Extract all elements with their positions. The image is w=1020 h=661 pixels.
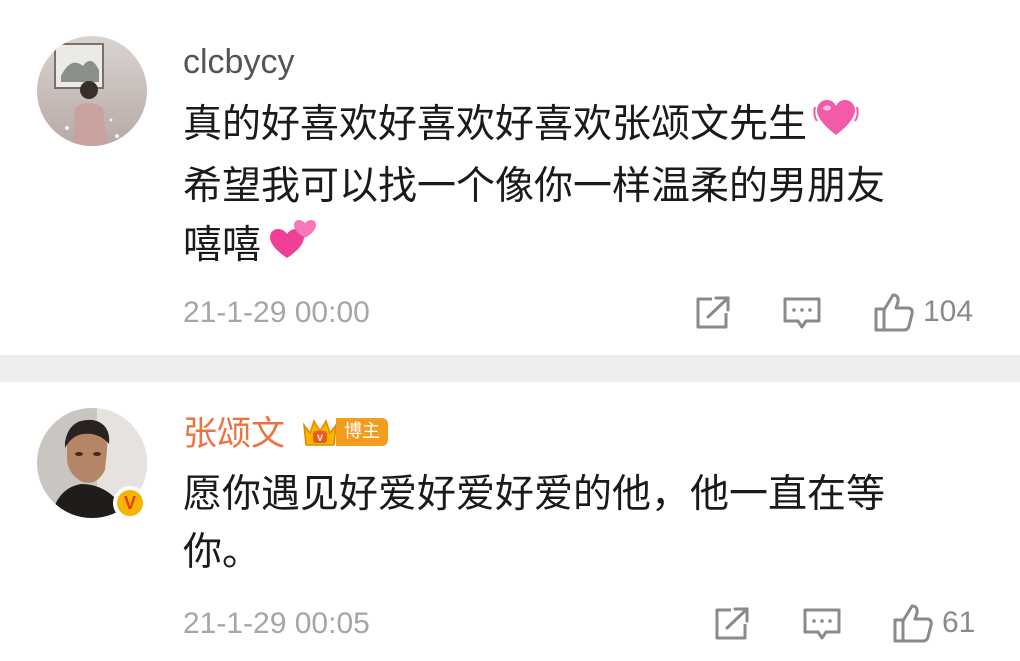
like-count: 104 — [923, 295, 974, 328]
author-badge-label: 博主 — [336, 418, 388, 446]
verified-badge: V — [113, 486, 147, 520]
author-badge: V 博主 — [300, 416, 388, 448]
crown-icon: V — [302, 419, 338, 446]
like-button[interactable]: 104 — [873, 292, 973, 332]
comment-item: V 张颂文 V 博主 愿你遇见好爱好爱好爱的他，他一直在等 你。 21-1-29… — [0, 382, 1020, 661]
comment-text: 真的好喜欢好喜欢好喜欢张颂文先生 希望我可以找一个像你一样温柔的男朋友 嘻嘻 — [183, 95, 885, 279]
comment-icon — [783, 297, 821, 329]
like-count: 61 — [942, 606, 976, 639]
comment-text: 愿你遇见好爱好爱好爱的他，他一直在等 你。 — [183, 466, 885, 582]
comment-line: 真的好喜欢好喜欢好喜欢张颂文先生 — [183, 102, 808, 147]
comment-line: 你。 — [183, 530, 262, 575]
thumbs-up-icon — [893, 604, 933, 643]
comment-icon — [803, 608, 841, 640]
comment-line: 愿你遇见好爱好爱好爱的他，他一直在等 — [183, 472, 886, 517]
comment-item: clcbycy 真的好喜欢好喜欢好喜欢张颂文先生 希望我可以找一个像你一样温柔的… — [0, 0, 1020, 355]
comment-line: 希望我可以找一个像你一样温柔的男朋友 — [183, 164, 886, 209]
verified-badge-label: V — [123, 492, 136, 513]
thumbs-up-icon — [874, 293, 914, 332]
two-hearts-emoji-icon — [267, 216, 317, 279]
heart-emoji-icon — [813, 95, 859, 158]
share-button[interactable] — [713, 606, 751, 642]
username[interactable]: clcbycy — [183, 42, 294, 82]
share-icon — [715, 607, 749, 640]
avatar-image — [37, 36, 147, 146]
comment-button[interactable] — [802, 606, 842, 644]
comment-button[interactable] — [782, 295, 822, 333]
svg-text:V: V — [317, 433, 323, 443]
share-button[interactable] — [694, 295, 732, 331]
timestamp: 21-1-29 00:00 — [183, 296, 370, 329]
share-icon — [696, 296, 730, 329]
like-button[interactable]: 61 — [892, 603, 975, 643]
timestamp: 21-1-29 00:05 — [183, 607, 370, 640]
avatar[interactable] — [37, 36, 147, 146]
comment-line: 嘻嘻 — [183, 223, 262, 268]
comment-separator — [0, 355, 1020, 382]
username[interactable]: 张颂文 — [183, 414, 285, 454]
